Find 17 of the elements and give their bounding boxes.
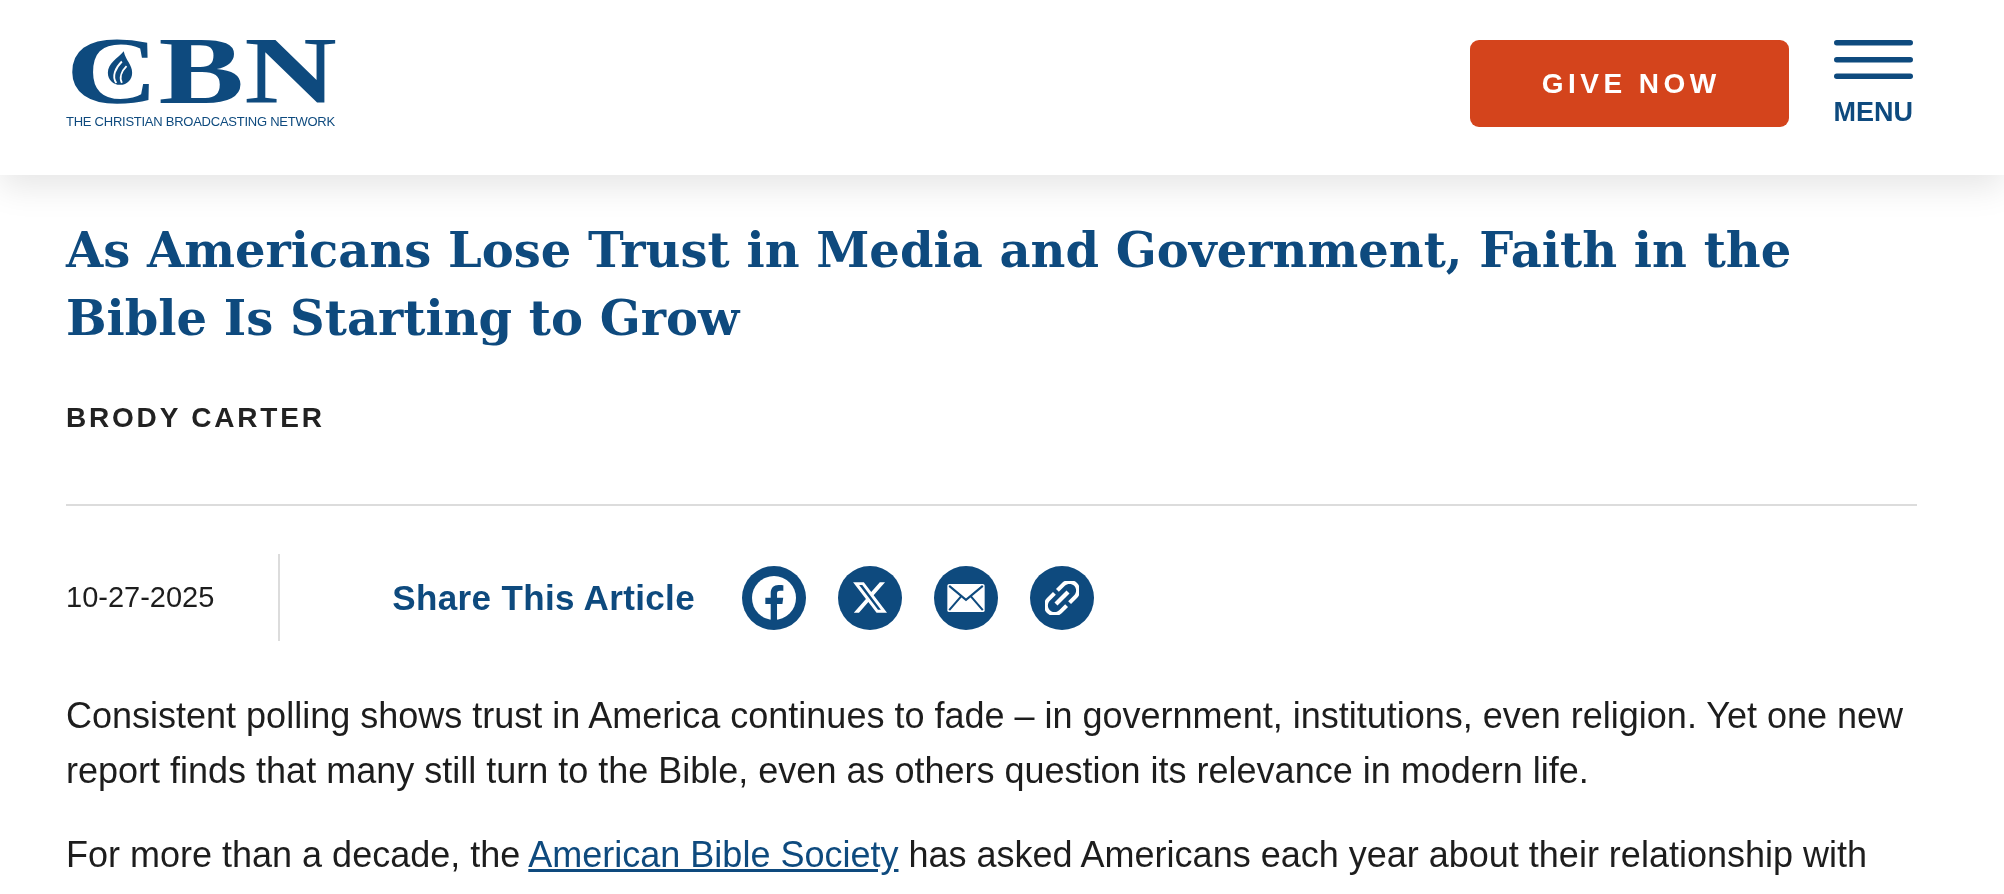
logo-wordmark[interactable]: CBN: [66, 33, 337, 109]
give-now-button[interactable]: GIVE NOW: [1469, 40, 1789, 127]
article-paragraph: For more than a decade, the American Bible Society has asked Americans each year about their relationship with: [66, 833, 1868, 877]
x-logo-icon: [852, 582, 887, 613]
menu-icon: [1833, 40, 1913, 79]
article-title: As Americans Lose Trust in Media and Government, Faith in the Bible Is Starting to Grow: [66, 221, 1793, 348]
flame-icon: [106, 51, 134, 85]
logo-tagline: THE CHRISTIAN BROADCASTING NETWORK: [66, 115, 336, 128]
envelope-icon: [946, 583, 985, 612]
text-link[interactable]: American Bible Society: [528, 834, 899, 875]
article-paragraph: Consistent polling shows trust in America continues to fade – in government, institutions, even religion. Yet one new report finds that many still turn to the Bible, even as others question its relevance in modern life.: [66, 694, 1905, 793]
share-label: Share This Article: [392, 577, 695, 618]
chain-link-icon: [1044, 580, 1079, 615]
author-name: BRODY CARTER: [66, 402, 326, 434]
menu-button[interactable]: MENU: [1833, 40, 1913, 126]
publish-date: 10-27-2025: [66, 581, 215, 614]
f-logo-icon: [751, 575, 796, 620]
